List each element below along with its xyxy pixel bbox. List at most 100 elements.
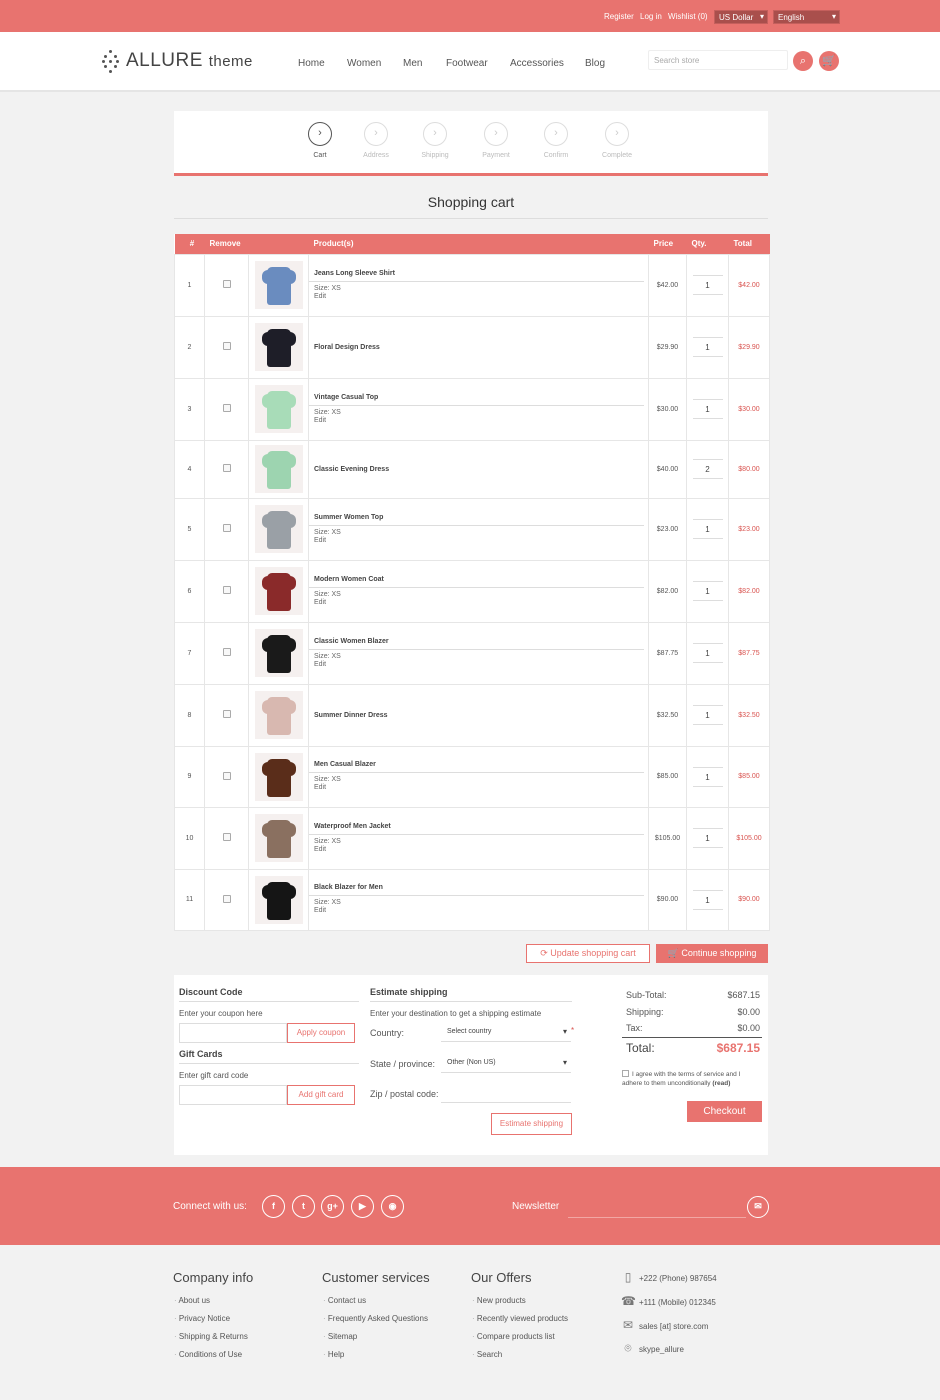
coupon-input[interactable]: [179, 1023, 287, 1043]
qty-input[interactable]: 1: [692, 275, 723, 295]
footer-link-shipping[interactable]: Shipping & Returns: [174, 1332, 248, 1341]
newsletter-input[interactable]: [568, 1196, 746, 1218]
product-name[interactable]: Jeans Long Sleeve Shirt: [309, 270, 648, 277]
product-name[interactable]: Floral Design Dress: [309, 344, 648, 351]
product-edit-link[interactable]: Edit: [314, 661, 644, 669]
step-cart[interactable]: › Cart: [295, 122, 345, 159]
apply-coupon-button[interactable]: Apply coupon: [287, 1023, 355, 1043]
product-image[interactable]: [254, 385, 303, 433]
product-edit-link[interactable]: Edit: [314, 293, 644, 301]
product-image[interactable]: [254, 261, 303, 309]
qty-input[interactable]: 1: [692, 766, 723, 787]
language-select[interactable]: English: [773, 10, 840, 24]
qty-input[interactable]: 1: [692, 705, 723, 725]
remove-checkbox[interactable]: [222, 771, 231, 780]
footer-link-new[interactable]: New products: [472, 1296, 526, 1305]
country-select[interactable]: Select country: [441, 1022, 571, 1042]
product-image[interactable]: [254, 445, 303, 493]
product-image[interactable]: [254, 814, 303, 862]
nav-blog[interactable]: Blog: [585, 58, 605, 69]
giftcard-input[interactable]: [179, 1085, 287, 1105]
checkout-button[interactable]: Checkout: [687, 1101, 762, 1122]
qty-input[interactable]: 1: [692, 828, 723, 848]
qty-input[interactable]: 1: [692, 643, 723, 663]
brand-logo[interactable]: ALLURE theme: [126, 50, 253, 72]
register-link[interactable]: Register: [604, 12, 634, 21]
remove-checkbox[interactable]: [222, 710, 231, 718]
product-name[interactable]: Summer Dinner Dress: [309, 712, 648, 719]
product-image[interactable]: [254, 691, 303, 739]
qty-input[interactable]: 1: [692, 399, 723, 419]
product-name[interactable]: Summer Women Top: [309, 514, 648, 521]
qty-input[interactable]: 2: [692, 459, 723, 479]
footer-link-faq[interactable]: Frequently Asked Questions: [323, 1314, 428, 1323]
product-edit-link[interactable]: Edit: [314, 599, 644, 607]
qty-input[interactable]: 1: [692, 889, 723, 910]
product-image[interactable]: [254, 875, 303, 924]
footer-link-sitemap[interactable]: Sitemap: [323, 1332, 357, 1341]
footer-link-search[interactable]: Search: [472, 1350, 502, 1359]
continue-shopping-button[interactable]: 🛒 Continue shopping: [656, 944, 768, 963]
youtube-icon[interactable]: ▶: [351, 1195, 374, 1218]
product-edit-link[interactable]: Edit: [314, 907, 644, 915]
wishlist-link[interactable]: Wishlist (0): [668, 12, 708, 21]
remove-checkbox[interactable]: [222, 280, 231, 288]
footer-link-conditions[interactable]: Conditions of Use: [174, 1350, 242, 1359]
product-image[interactable]: [254, 505, 303, 553]
product-image[interactable]: [254, 567, 303, 615]
update-cart-button[interactable]: ⟳ Update shopping cart: [526, 944, 650, 963]
product-edit-link[interactable]: Edit: [314, 537, 644, 545]
product-image[interactable]: [254, 629, 303, 677]
remove-checkbox[interactable]: [222, 833, 231, 841]
footer-link-privacy[interactable]: Privacy Notice: [174, 1314, 230, 1323]
product-name[interactable]: Classic Evening Dress: [309, 466, 648, 473]
rss-icon[interactable]: ◉: [381, 1195, 404, 1218]
remove-checkbox[interactable]: [222, 524, 231, 532]
add-giftcard-button[interactable]: Add gift card: [287, 1085, 355, 1105]
product-name[interactable]: Men Casual Blazer: [309, 761, 648, 768]
remove-checkbox[interactable]: [222, 648, 231, 656]
product-name[interactable]: Vintage Casual Top: [309, 394, 648, 401]
product-image[interactable]: [254, 752, 303, 801]
qty-input[interactable]: 1: [692, 337, 723, 357]
state-select[interactable]: Other (Non US): [441, 1053, 571, 1073]
product-edit-link[interactable]: Edit: [314, 417, 644, 425]
footer-link-help[interactable]: Help: [323, 1350, 344, 1359]
nav-footwear[interactable]: Footwear: [446, 58, 488, 69]
remove-checkbox[interactable]: [222, 404, 231, 412]
twitter-icon[interactable]: t: [292, 1195, 315, 1218]
remove-checkbox[interactable]: [222, 894, 231, 903]
terms-read-link[interactable]: (read): [712, 1080, 730, 1087]
nav-men[interactable]: Men: [403, 58, 422, 69]
qty-input[interactable]: 1: [692, 519, 723, 539]
search-icon[interactable]: ⌕: [793, 51, 813, 71]
nav-accessories[interactable]: Accessories: [510, 58, 564, 69]
product-price: $42.00: [648, 253, 687, 317]
remove-checkbox[interactable]: [222, 342, 231, 350]
product-name[interactable]: Black Blazer for Men: [309, 884, 648, 891]
search-input[interactable]: Search store: [648, 50, 788, 70]
footer-link-contact[interactable]: Contact us: [323, 1296, 366, 1305]
facebook-icon[interactable]: f: [262, 1195, 285, 1218]
footer-link-compare[interactable]: Compare products list: [472, 1332, 555, 1341]
mail-icon[interactable]: ✉: [747, 1196, 769, 1218]
footer-link-about[interactable]: About us: [174, 1296, 210, 1305]
product-name[interactable]: Classic Women Blazer: [309, 638, 648, 645]
zip-input[interactable]: [441, 1083, 571, 1103]
login-link[interactable]: Log in: [640, 12, 662, 21]
product-name[interactable]: Waterproof Men Jacket: [309, 823, 648, 830]
currency-select[interactable]: US Dollar: [714, 10, 768, 24]
product-edit-link[interactable]: Edit: [314, 846, 644, 854]
qty-input[interactable]: 1: [692, 581, 723, 601]
cart-icon[interactable]: 🛒: [819, 51, 839, 71]
product-edit-link[interactable]: Edit: [314, 784, 644, 792]
remove-checkbox[interactable]: [222, 586, 231, 594]
remove-checkbox[interactable]: [222, 464, 231, 472]
product-name[interactable]: Modern Women Coat: [309, 576, 648, 583]
estimate-shipping-button[interactable]: Estimate shipping: [491, 1113, 572, 1135]
nav-women[interactable]: Women: [347, 58, 381, 69]
product-image[interactable]: [254, 323, 303, 371]
google-plus-icon[interactable]: g+: [321, 1195, 344, 1218]
nav-home[interactable]: Home: [298, 58, 325, 69]
footer-link-recent[interactable]: Recently viewed products: [472, 1314, 568, 1323]
